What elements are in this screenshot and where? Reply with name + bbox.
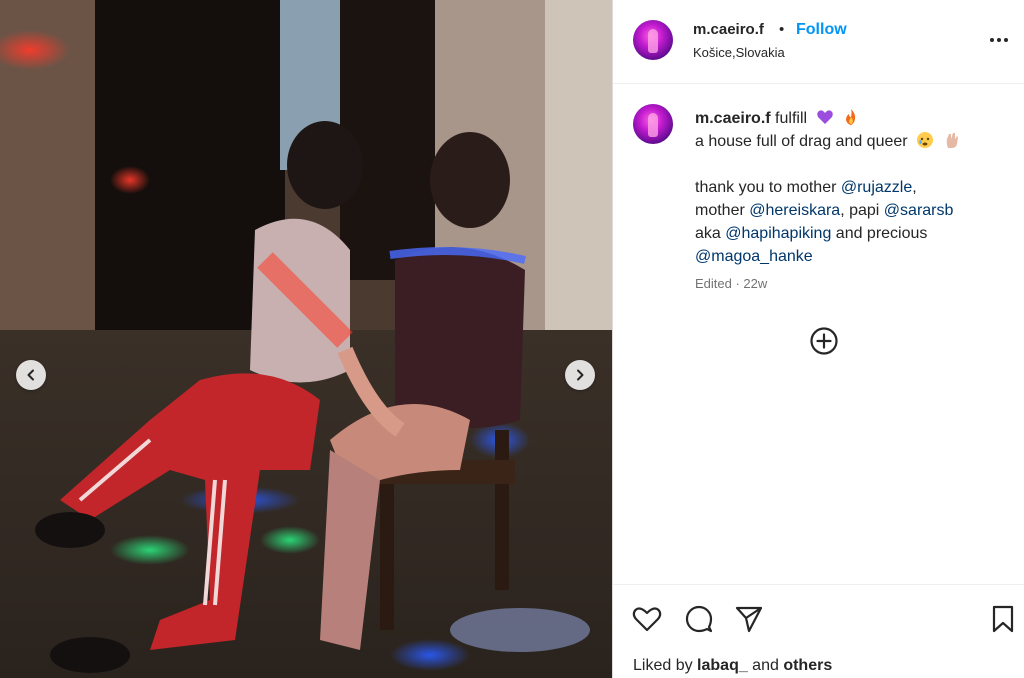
likes-prefix: Liked by xyxy=(633,657,698,674)
location-link[interactable]: Košice,Slovakia xyxy=(693,45,785,60)
edited-timestamp: Edited · 22w xyxy=(695,276,768,291)
post-details-panel: m.caeiro.f • Follow Košice,Slovakia m.ca… xyxy=(612,0,1024,678)
caption-line: and precious xyxy=(831,225,928,242)
follow-button[interactable]: Follow xyxy=(796,21,847,39)
caption-username[interactable]: m.caeiro.f xyxy=(695,110,771,127)
caption-line: aka xyxy=(695,225,726,242)
more-options-button[interactable] xyxy=(987,28,1011,52)
mention-link[interactable]: @rujazzle xyxy=(841,179,912,196)
caption-text: fulfill xyxy=(775,110,808,127)
header-username[interactable]: m.caeiro.f xyxy=(693,21,764,38)
hand-emoji xyxy=(946,133,958,148)
heart-icon[interactable] xyxy=(631,603,663,635)
purple-heart-emoji xyxy=(816,110,833,124)
mention-link[interactable]: @magoa_hanke xyxy=(695,248,813,265)
carousel-prev-button[interactable] xyxy=(16,360,46,390)
mention-link[interactable]: @hapihapiking xyxy=(725,225,831,242)
liked-by-user[interactable]: labaq_ xyxy=(697,657,748,674)
mention-link[interactable]: @hereiskara xyxy=(749,202,840,219)
caption-line: mother xyxy=(695,202,750,219)
caption-line: , xyxy=(912,179,917,196)
avatar[interactable] xyxy=(633,20,673,60)
post-media[interactable] xyxy=(0,0,612,678)
post-header: m.caeiro.f • Follow Košice,Slovakia xyxy=(613,0,1024,84)
liked-by-others[interactable]: others xyxy=(783,657,832,674)
caption-line: thank you to mother xyxy=(695,179,841,196)
caption-avatar[interactable] xyxy=(633,104,673,144)
caption-line: a house full of drag and queer xyxy=(695,133,908,150)
caption-line: , papi xyxy=(840,202,884,219)
post-photo xyxy=(0,0,612,678)
likes-middle: and xyxy=(747,657,784,674)
carousel-next-button[interactable] xyxy=(565,360,595,390)
more-options-icon xyxy=(990,38,1008,42)
caption: m.caeiro.f fulfill a house full of drag … xyxy=(695,107,1015,268)
separator-dot: • xyxy=(779,21,785,38)
add-circle-icon[interactable] xyxy=(809,326,839,356)
chevron-right-icon xyxy=(577,369,584,381)
action-bar: Liked by labaq_ and others xyxy=(613,584,1024,678)
crying-face-emoji xyxy=(917,132,934,148)
chevron-left-icon xyxy=(27,369,34,381)
comment-icon[interactable] xyxy=(683,603,715,635)
likes-summary: Liked by labaq_ and others xyxy=(633,657,832,675)
share-icon[interactable] xyxy=(733,603,765,635)
fire-emoji xyxy=(845,109,856,125)
mention-link[interactable]: @sararsb xyxy=(884,202,954,219)
bookmark-icon[interactable] xyxy=(987,603,1019,635)
